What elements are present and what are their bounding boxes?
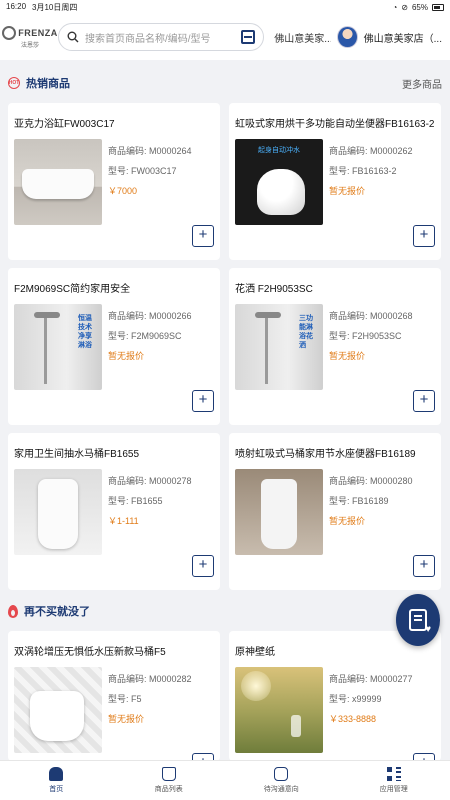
- mute-icon: ⊘: [401, 2, 408, 12]
- search-icon: [67, 31, 79, 43]
- image-caption: 起身自动冲水: [258, 147, 300, 154]
- product-model: 型号: FB16163-2: [329, 166, 397, 176]
- product-card[interactable]: 双涡轮增压无惧低水压新款马桶F5 商品编码: M0000282 型号: F5 暂…: [8, 631, 220, 775]
- add-to-cart-button[interactable]: +: [192, 555, 214, 577]
- product-image-smart-toilet: 起身自动冲水: [235, 139, 323, 225]
- add-to-cart-button[interactable]: +: [192, 225, 214, 247]
- search-bar[interactable]: 搜索首页商品名称/编码/型号: [58, 23, 265, 51]
- product-title: 喷射虹吸式马桶家用节水座便器FB16189: [235, 449, 416, 460]
- product-title: 亚克力浴缸FW003C17: [14, 119, 115, 130]
- home-icon: [49, 767, 64, 781]
- product-code: 商品编码: M0000264: [108, 146, 192, 156]
- location-selector[interactable]: 佛山意美家...: [270, 30, 331, 45]
- document-heart-icon: [409, 609, 431, 635]
- product-price: ￥1-111: [108, 516, 139, 526]
- tab-pending-intents[interactable]: 待沟通意向: [225, 761, 338, 800]
- product-code: 商品编码: M0000282: [108, 674, 192, 684]
- product-card[interactable]: 喷射虹吸式马桶家用节水座便器FB16189 商品编码: M0000280 型号:…: [229, 433, 441, 590]
- product-code: 商品编码: M0000280: [329, 476, 413, 486]
- product-price: ￥7000: [108, 186, 138, 196]
- bottom-tab-bar: 首页 商品列表 待沟通意向 应用管理: [0, 760, 450, 800]
- product-code: 商品编码: M0000278: [108, 476, 192, 486]
- logo-mark-icon: [2, 25, 17, 40]
- tab-product-list[interactable]: 商品列表: [113, 761, 226, 800]
- product-code: 商品编码: M0000277: [329, 674, 413, 684]
- product-price: 暂无报价: [329, 186, 366, 196]
- product-card[interactable]: 原神壁纸 商品编码: M0000277 型号: x99999 ￥333-8888…: [229, 631, 441, 775]
- product-code: 商品编码: M0000268: [329, 311, 413, 321]
- brand-logo: FRENZA 法恩莎: [2, 22, 57, 52]
- product-image-toilet: [14, 667, 102, 753]
- grid-icon: [386, 767, 401, 781]
- product-model: 型号: F2M9069SC: [108, 331, 182, 341]
- battery-percent: 65%: [411, 2, 428, 12]
- product-card[interactable]: F2M9069SC简约家用安全 恒温技术 净享淋浴 商品编码: M0000266…: [8, 268, 220, 425]
- location-text: 佛山意美家...: [274, 33, 332, 45]
- product-price: ￥333-8888: [329, 714, 377, 724]
- product-price: 暂无报价: [329, 351, 366, 361]
- avatar[interactable]: [337, 26, 358, 48]
- tab-label: 商品列表: [154, 786, 183, 793]
- product-image-toilet: [235, 469, 323, 555]
- more-products-link[interactable]: 更多商品: [402, 76, 442, 91]
- product-title: 原神壁纸: [235, 647, 275, 658]
- logo-subtext: 法恩莎: [20, 42, 39, 49]
- product-price: 暂无报价: [329, 516, 366, 526]
- section-title-last-chance: 再不买就没了: [24, 606, 90, 618]
- add-to-cart-button[interactable]: +: [413, 225, 435, 247]
- product-model: 型号: x99999: [329, 694, 382, 704]
- product-card[interactable]: 花洒 F2H9053SC 三功能淋浴花洒 商品编码: M0000268 型号: …: [229, 268, 441, 425]
- add-to-cart-button[interactable]: +: [413, 555, 435, 577]
- search-input[interactable]: 搜索首页商品名称/编码/型号: [85, 30, 235, 45]
- hot-icon: HOT: [8, 77, 20, 89]
- bag-icon: [161, 767, 176, 781]
- section-title-hot: 热销商品: [26, 78, 70, 90]
- product-price: 暂无报价: [108, 351, 145, 361]
- product-model: 型号: FB16189: [329, 496, 389, 506]
- product-image-shower: 恒温技术 净享淋浴: [14, 304, 102, 390]
- product-image-wallpaper: [235, 667, 323, 753]
- product-image-shower: 三功能淋浴花洒: [235, 304, 323, 390]
- product-image-toilet: [14, 469, 102, 555]
- logo-text: FRENZA: [18, 27, 58, 38]
- product-title: 虹吸式家用烘干多功能自动坐便器FB16163-2: [235, 119, 435, 130]
- product-title: F2M9069SC简约家用安全: [14, 284, 131, 295]
- tab-home[interactable]: 首页: [0, 761, 113, 800]
- product-model: 型号: FB1655: [108, 496, 163, 506]
- add-to-cart-button[interactable]: +: [413, 390, 435, 412]
- header: FRENZA 法恩莎 搜索首页商品名称/编码/型号 佛山意美家... 佛山意美家…: [0, 14, 450, 60]
- product-card[interactable]: 虹吸式家用烘干多功能自动坐便器FB16163-2 起身自动冲水 商品编码: M0…: [229, 103, 441, 260]
- tab-label: 待沟通意向: [263, 786, 299, 793]
- tab-label: 首页: [49, 786, 64, 793]
- chat-icon: [274, 767, 289, 781]
- product-price: 暂无报价: [108, 714, 145, 724]
- product-model: 型号: F5: [108, 694, 142, 704]
- floating-intent-button[interactable]: [396, 594, 440, 646]
- image-caption: 恒温技术 净享淋浴: [78, 315, 92, 349]
- product-model: 型号: F2H9053SC: [329, 331, 402, 341]
- product-model: 型号: FW003C17: [108, 166, 177, 176]
- add-to-cart-button[interactable]: +: [192, 390, 214, 412]
- status-date: 3月10日周四: [32, 2, 78, 12]
- image-caption: 三功能淋浴花洒: [299, 315, 313, 349]
- tab-app-management[interactable]: 应用管理: [338, 761, 450, 800]
- product-card[interactable]: 家用卫生间抽水马桶FB1655 商品编码: M0000278 型号: FB165…: [8, 433, 220, 590]
- product-title: 家用卫生间抽水马桶FB1655: [14, 449, 140, 460]
- tab-label: 应用管理: [379, 786, 408, 793]
- status-time: 16:20: [6, 1, 27, 11]
- flame-icon: [8, 604, 18, 618]
- hot-products-header: HOT 热销商品 更多商品: [0, 68, 450, 98]
- last-chance-header: 再不买就没了: [0, 596, 450, 626]
- store-name[interactable]: 佛山意美家店（...: [364, 30, 442, 45]
- product-card[interactable]: 亚克力浴缸FW003C17 商品编码: M0000264 型号: FW003C1…: [8, 103, 220, 260]
- product-image-bathtub: [14, 139, 102, 225]
- product-code: 商品编码: M0000262: [329, 146, 413, 156]
- status-bar: 16:20 3月10日周四 ◔ ⊘ 65%: [0, 0, 450, 14]
- battery-icon: [432, 3, 444, 11]
- product-title: 双涡轮增压无惧低水压新款马桶F5: [14, 647, 166, 658]
- wifi-icon: ◔: [392, 2, 398, 12]
- product-title: 花洒 F2H9053SC: [235, 284, 313, 295]
- scan-icon[interactable]: [241, 30, 256, 44]
- product-code: 商品编码: M0000266: [108, 311, 192, 321]
